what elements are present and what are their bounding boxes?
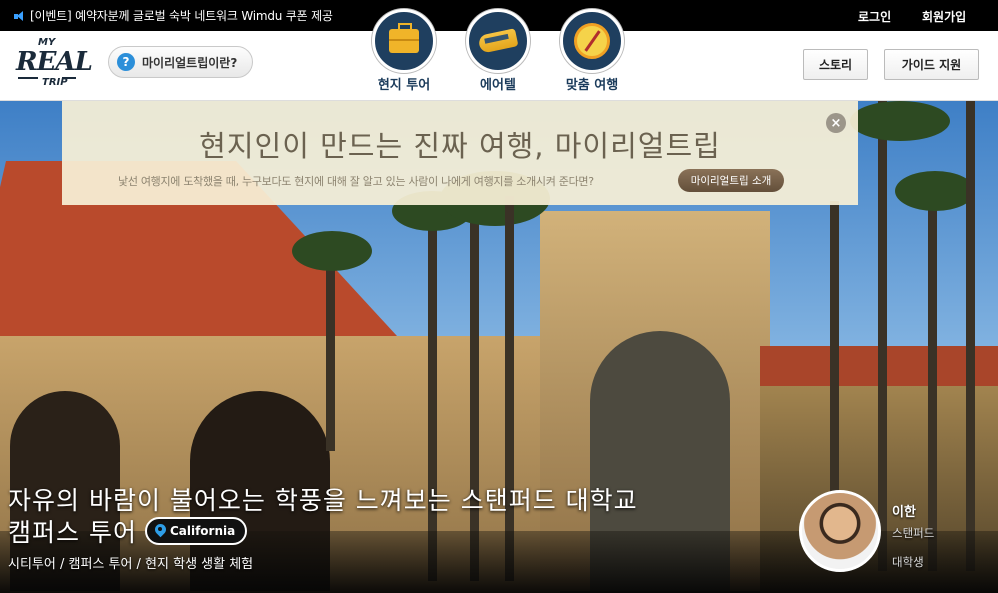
guide-avatar[interactable] [799,490,881,572]
photo-palm [928,191,937,571]
photo-palm [878,101,887,571]
event-notice[interactable]: [이벤트] 예약자분께 글로벌 숙박 네트워크 Wimdu 쿠폰 제공 [14,7,333,24]
intro-banner: 현지인이 만드는 진짜 여행, 마이리얼트립 낯선 여행지에 도착했을 때, 누… [62,101,858,205]
event-notice-text[interactable]: [이벤트] 예약자분께 글로벌 숙박 네트워크 Wimdu 쿠폰 제공 [30,7,333,24]
tour-tags: 시티투어 / 캠퍼스 투어 / 현지 학생 생활 체험 [8,557,254,572]
local-tour-circle[interactable] [372,9,436,73]
photo-palm-frond [292,231,372,271]
intro-button[interactable]: 마이리얼트립 소개 [678,169,784,192]
compass-icon [574,23,610,59]
what-button-label: 마이리얼트립이란? [142,55,238,70]
myrealtrip-logo[interactable]: MY REAL TRIP [14,37,93,93]
logo-underline [62,77,76,79]
close-icon[interactable]: × [826,113,846,133]
guide-name[interactable]: 이한 [892,501,916,520]
nav-custom-trip-label[interactable]: 맞춤 여행 [552,74,632,93]
tour-title-line2-row: 캠퍼스 투어 California [8,513,248,549]
login-link[interactable]: 로그인 [858,8,891,25]
logo-real: REAL [16,47,93,77]
location-badge[interactable]: California [144,517,248,545]
question-icon: ? [117,53,135,71]
airtel-circle[interactable] [466,9,530,73]
what-is-myrealtrip-button[interactable]: ? 마이리얼트립이란? [108,46,253,78]
photo-palm-frond [895,171,975,211]
story-button[interactable]: 스토리 [803,49,868,80]
custom-trip-circle[interactable] [560,9,624,73]
tour-title-line1[interactable]: 자유의 바람이 불어오는 학풍을 느껴보는 스탠퍼드 대학교 [8,481,638,517]
banner-headline: 현지인이 만드는 진짜 여행, 마이리얼트립 [199,129,721,163]
nav-local-tour[interactable]: 현지 투어 [364,9,444,93]
suitcase-icon [389,23,419,53]
nav-airtel[interactable]: 에어텔 [458,9,538,93]
photo-palm-frond [850,101,950,141]
main-header: MY REAL TRIP ? 마이리얼트립이란? 현지 투어 에어텔 맞춤 여행… [0,9,998,101]
photo-palm [505,196,514,581]
train-icon [477,28,519,54]
nav-local-tour-label[interactable]: 현지 투어 [364,74,444,93]
banner-subtext: 낯선 여행지에 도착했을 때, 누구보다도 현지에 대해 잘 알고 있는 사람이… [118,175,594,188]
guide-organization: 스탠퍼드 [892,526,935,540]
signup-link[interactable]: 회원가입 [922,8,966,25]
guide-apply-button[interactable]: 가이드 지원 [884,49,979,80]
location-label: California [169,524,236,538]
photo-palm [470,181,479,581]
guide-role: 대학생 [892,555,924,569]
speaker-icon [14,10,24,21]
photo-palm [428,201,437,581]
hero-section: 현지인이 만드는 진짜 여행, 마이리얼트립 낯선 여행지에 도착했을 때, 누… [0,101,998,593]
photo-palm [966,101,975,571]
map-pin-icon [155,524,166,538]
tour-title-line2[interactable]: 캠퍼스 투어 [8,513,137,549]
nav-airtel-label[interactable]: 에어텔 [458,74,538,93]
nav-custom-trip[interactable]: 맞춤 여행 [552,9,632,93]
photo-palm [326,251,335,451]
logo-underline [18,77,38,79]
